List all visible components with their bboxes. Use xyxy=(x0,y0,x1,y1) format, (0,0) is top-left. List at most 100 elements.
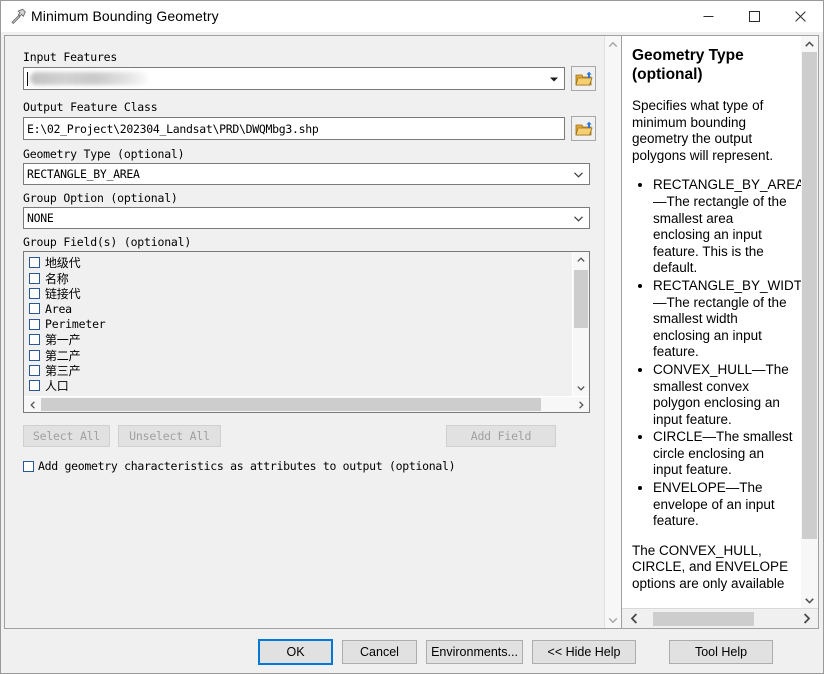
ok-button[interactable]: OK xyxy=(258,638,333,665)
scroll-up-icon[interactable] xyxy=(801,36,818,52)
group-field-row[interactable]: 第二产 xyxy=(29,347,572,363)
group-field-checkbox[interactable] xyxy=(29,349,40,361)
output-feature-class-label: Output Feature Class xyxy=(23,100,158,114)
help-intro: Specifies what type of minimum bounding … xyxy=(632,98,774,163)
group-field-checkbox[interactable] xyxy=(29,318,40,330)
chevron-down-icon[interactable] xyxy=(548,68,560,89)
group-field-checkbox[interactable] xyxy=(29,287,40,299)
group-field-label: 链接代 xyxy=(45,286,81,301)
scroll-right-icon[interactable] xyxy=(572,397,589,413)
group-option-select[interactable]: NONE xyxy=(23,207,590,229)
group-field-label: Perimeter xyxy=(45,317,106,332)
minimum-bounding-geometry-dialog: Minimum Bounding Geometry Input Features xyxy=(0,0,824,674)
add-geometry-characteristics-label: Add geometry characteristics as attribut… xyxy=(38,459,456,473)
chevron-down-icon[interactable] xyxy=(572,208,585,228)
open-folder-icon xyxy=(574,71,593,85)
group-field-checkbox[interactable] xyxy=(29,334,40,346)
help-scroll-track[interactable] xyxy=(801,52,818,592)
group-field-label: 人口 xyxy=(45,379,69,394)
scroll-left-icon[interactable] xyxy=(622,609,646,629)
select-all-button[interactable]: Select All xyxy=(23,425,110,447)
horizontal-scroll-thumb[interactable] xyxy=(41,397,541,411)
window-title: Minimum Bounding Geometry xyxy=(31,8,219,24)
group-fields-items: 地级代 名称 链接代 Area Perimeter 第一产 第二产 第三产 人口 xyxy=(24,252,572,396)
group-field-checkbox[interactable] xyxy=(29,257,40,269)
group-field-row[interactable]: 链接代 xyxy=(29,286,572,301)
group-field-row[interactable]: Perimeter xyxy=(29,317,572,332)
help-vertical-scrollbar[interactable] xyxy=(801,36,818,608)
help-content: Geometry Type (optional) Specifies what … xyxy=(622,36,801,608)
group-fields-label: Group Field(s) (optional) xyxy=(23,235,192,249)
group-field-row[interactable]: 人口 xyxy=(29,378,572,393)
input-features-row xyxy=(23,66,596,91)
parameters-pane-scrollbar[interactable] xyxy=(604,36,621,628)
environments-button[interactable]: Environments... xyxy=(426,639,523,664)
unselect-all-button[interactable]: Unselect All xyxy=(118,425,221,447)
title-bar: Minimum Bounding Geometry xyxy=(1,0,823,32)
input-features-combo[interactable] xyxy=(23,67,565,90)
minimize-button[interactable] xyxy=(685,0,731,32)
group-option-label: Group Option (optional) xyxy=(23,191,178,205)
group-fields-listbox[interactable]: 地级代 名称 链接代 Area Perimeter 第一产 第二产 第三产 人口 xyxy=(23,251,590,413)
help-hscroll-track[interactable] xyxy=(646,609,794,629)
scroll-right-icon[interactable] xyxy=(794,609,818,629)
scroll-down-icon[interactable] xyxy=(573,380,590,396)
help-bullet-item: RECTANGLE_BY_WIDTH—The rectangle of the … xyxy=(653,278,801,361)
input-features-redacted-value xyxy=(30,72,148,85)
field-action-buttons: Select All Unselect All Add Field xyxy=(23,425,596,447)
group-field-checkbox[interactable] xyxy=(29,303,40,315)
scroll-up-icon[interactable] xyxy=(605,36,622,53)
parameters-content: Input Features Output Feature Class E:\0… xyxy=(5,36,604,628)
group-field-row[interactable]: 第一产 xyxy=(29,332,572,347)
window-controls xyxy=(685,0,823,32)
group-option-value: NONE xyxy=(27,211,54,225)
add-field-button[interactable]: Add Field xyxy=(446,425,556,447)
geometry-type-select[interactable]: RECTANGLE_BY_AREA xyxy=(23,163,590,185)
help-bullet-item: CIRCLE—The smallest circle enclosing an … xyxy=(653,429,793,479)
add-geometry-characteristics-checkbox[interactable] xyxy=(23,460,34,472)
add-geometry-characteristics-row[interactable]: Add geometry characteristics as attribut… xyxy=(23,459,596,473)
group-field-row[interactable]: 名称 xyxy=(29,270,572,286)
vertical-scroll-track[interactable] xyxy=(573,268,590,380)
parameters-pane: Input Features Output Feature Class E:\0… xyxy=(4,35,621,629)
group-field-checkbox[interactable] xyxy=(29,380,40,392)
geometry-type-label: Geometry Type (optional) xyxy=(23,147,185,161)
help-bullet-item: ENVELOPE—The envelope of an input featur… xyxy=(653,480,793,530)
maximize-button[interactable] xyxy=(731,0,777,32)
help-horizontal-scrollbar[interactable] xyxy=(622,608,818,628)
hammer-icon xyxy=(1,1,31,32)
chevron-down-icon[interactable] xyxy=(572,164,585,184)
help-hscroll-thumb[interactable] xyxy=(653,611,754,626)
output-feature-class-input[interactable]: E:\02_Project\202304_Landsat\PRD\DWQMbg3… xyxy=(23,117,565,140)
help-scroll-thumb[interactable] xyxy=(802,52,817,539)
input-features-browse-button[interactable] xyxy=(571,66,596,91)
group-field-checkbox[interactable] xyxy=(29,272,40,284)
group-fields-vertical-scrollbar[interactable] xyxy=(572,252,589,396)
group-field-row[interactable]: 第三产 xyxy=(29,363,572,378)
vertical-scroll-thumb[interactable] xyxy=(573,270,588,328)
help-wrap: Geometry Type (optional) Specifies what … xyxy=(622,36,818,608)
help-bullet-item: RECTANGLE_BY_AREA—The rectangle of the s… xyxy=(653,177,801,277)
help-bullet-item: CONVEX_HULL—The smallest convex polygon … xyxy=(653,362,793,428)
horizontal-scroll-track[interactable] xyxy=(41,397,572,413)
scroll-left-icon[interactable] xyxy=(24,397,41,413)
hide-help-button[interactable]: << Hide Help xyxy=(532,639,636,664)
group-fields-horizontal-scrollbar[interactable] xyxy=(24,396,589,412)
dialog-footer: OK Cancel Environments... << Hide Help T… xyxy=(1,629,823,673)
output-feature-class-row: E:\02_Project\202304_Landsat\PRD\DWQMbg3… xyxy=(23,116,596,141)
group-field-row[interactable]: Area xyxy=(29,301,572,316)
scroll-down-icon[interactable] xyxy=(801,592,818,608)
help-pane: Geometry Type (optional) Specifies what … xyxy=(621,35,819,629)
scroll-up-icon[interactable] xyxy=(573,252,590,268)
group-field-row[interactable]: 地级代 xyxy=(29,255,572,270)
cancel-button[interactable]: Cancel xyxy=(342,639,417,664)
close-button[interactable] xyxy=(777,0,823,32)
dialog-body: Input Features Output Feature Class E:\0… xyxy=(1,32,823,629)
scroll-down-icon[interactable] xyxy=(605,611,622,628)
output-feature-class-browse-button[interactable] xyxy=(571,116,596,141)
help-outro: The CONVEX_HULL, CIRCLE, and ENVELOPE op… xyxy=(632,542,789,592)
tool-help-button[interactable]: Tool Help xyxy=(669,639,773,664)
input-features-label: Input Features xyxy=(23,50,118,64)
group-field-checkbox[interactable] xyxy=(29,364,40,376)
group-field-label: Area xyxy=(45,301,72,316)
